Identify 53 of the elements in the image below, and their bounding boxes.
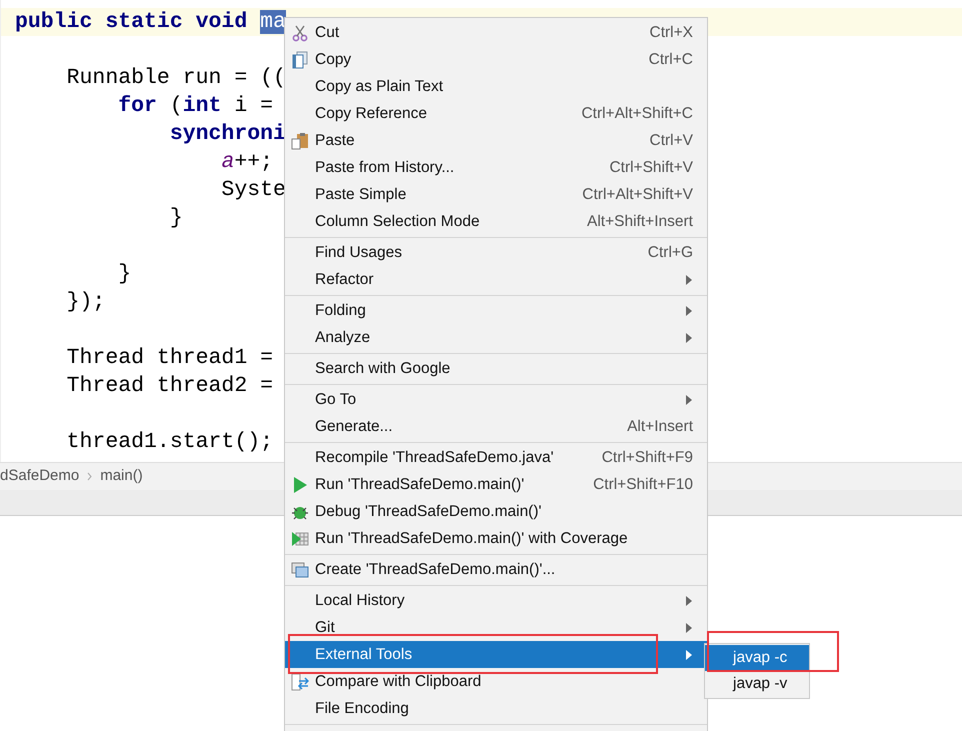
- menu-item[interactable]: File Encoding: [285, 695, 707, 722]
- code-line: for (int i =: [117, 94, 274, 118]
- shortcut-text: Ctrl+X: [650, 22, 693, 43]
- code-line: }: [117, 262, 132, 286]
- shortcut-text: Ctrl+Shift+F10: [593, 474, 693, 495]
- menu-item[interactable]: Analyze: [285, 324, 707, 351]
- menu-item[interactable]: Git: [285, 614, 707, 641]
- breadcrumb[interactable]: main(): [100, 465, 143, 488]
- menu-item[interactable]: Search with Google: [285, 355, 707, 382]
- menu-item[interactable]: Generate... Alt+Insert: [285, 413, 707, 440]
- menu-item[interactable]: Copy Ctrl+C: [285, 46, 707, 73]
- code-line: Runnable run = ((: [66, 66, 286, 90]
- menu-item[interactable]: Copy as Plain Text: [285, 73, 707, 100]
- shortcut-text: Ctrl+Shift+V: [609, 158, 693, 178]
- menu-item[interactable]: Create 'ThreadSafeDemo.main()'...: [285, 556, 707, 583]
- shortcut-text: Ctrl+C: [648, 50, 693, 70]
- menu-item[interactable]: Local History: [285, 587, 707, 614]
- code-line: thread1.start();: [66, 430, 274, 454]
- submenu-item[interactable]: javap -v: [705, 671, 809, 697]
- menu-item[interactable]: Recompile 'ThreadSafeDemo.java' Ctrl+Shift+F9: [285, 444, 707, 471]
- code-line: Syste: [220, 178, 286, 202]
- shortcut-text: Ctrl+Alt+Shift+C: [581, 104, 693, 124]
- menu-item[interactable]: Paste from History... Ctrl+Shift+V: [285, 154, 707, 181]
- menu-item[interactable]: Column Selection Mode Alt+Shift+Insert: [285, 208, 707, 235]
- code-line: }: [168, 206, 183, 230]
- menu-item[interactable]: Run 'ThreadSafeDemo.main()' Ctrl+Shift+F10: [285, 471, 707, 498]
- code-line: a++;: [220, 150, 274, 174]
- menu-item[interactable]: Folding: [285, 297, 707, 324]
- menu-item[interactable]: Go To: [285, 386, 707, 413]
- code-line: Thread thread1 =: [66, 346, 274, 370]
- menu-item[interactable]: Compare with Clipboard: [285, 668, 707, 695]
- menu-item[interactable]: Paste Ctrl+V: [285, 127, 707, 154]
- menu-item[interactable]: Copy Reference Ctrl+Alt+Shift+C: [285, 100, 707, 127]
- menu-item[interactable]: Cut Ctrl+X: [285, 19, 707, 46]
- breadcrumb[interactable]: dSafeDemo: [0, 465, 80, 488]
- menu-item[interactable]: Run 'ThreadSafeDemo.main()' with Coverage: [285, 525, 707, 552]
- code-line: });: [66, 290, 106, 314]
- code-line: Thread thread2 =: [66, 374, 274, 398]
- code-line: synchroni: [168, 122, 286, 146]
- menu-item[interactable]: Debug 'ThreadSafeDemo.main()': [285, 498, 707, 525]
- submenu-item[interactable]: javap -c: [705, 645, 809, 671]
- menu-item[interactable]: Paste Simple Ctrl+Alt+Shift+V: [285, 181, 707, 208]
- shortcut-text: Ctrl+G: [648, 242, 693, 263]
- shortcut-text: Ctrl+Alt+Shift+V: [582, 184, 693, 205]
- menu-item[interactable]: Refactor: [285, 266, 707, 293]
- shortcut-text: Ctrl+V: [650, 130, 693, 151]
- shortcut-text: Ctrl+Shift+F9: [602, 448, 693, 468]
- code-text: public static void: [15, 10, 248, 34]
- shortcut-text: Alt+Insert: [627, 416, 693, 437]
- menu-item[interactable]: External Tools: [285, 641, 707, 668]
- shortcut-text: Alt+Shift+Insert: [587, 212, 693, 232]
- menu-item[interactable]: Find Usages Ctrl+G: [285, 239, 707, 266]
- selected-text: ma: [260, 10, 286, 34]
